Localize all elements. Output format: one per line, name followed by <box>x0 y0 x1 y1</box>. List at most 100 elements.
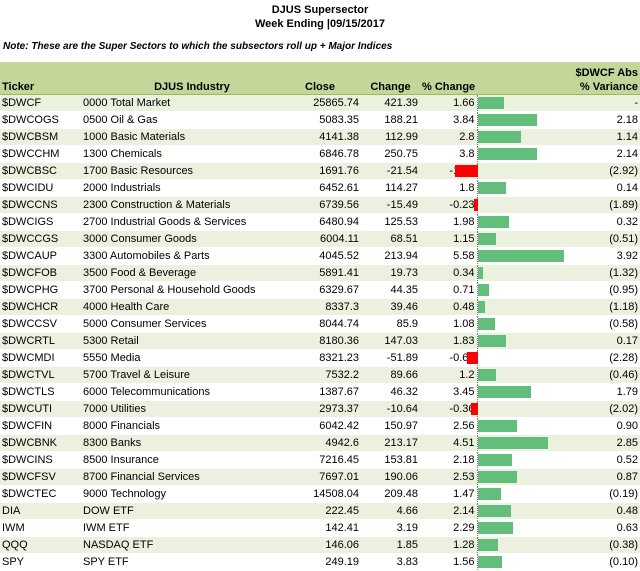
report-note: Note: These are the Super Sectors to whi… <box>3 41 393 52</box>
pct-change-bar <box>477 148 537 160</box>
table-row: $DWCCGS 3000 Consumer Goods 6004.11 68.51 1.… <box>0 230 640 248</box>
cell-ticker: DIA <box>0 502 81 520</box>
table-row: $DWCCSV 5000 Consumer Services 8044.74 85.9… <box>0 315 640 333</box>
cell-abs-variance: 2.85 <box>563 434 640 452</box>
cell-close: 142.41 <box>303 519 361 537</box>
cell-change: 421.39 <box>361 94 420 112</box>
cell-change: -51.89 <box>361 349 420 367</box>
cell-close: 1691.76 <box>303 162 361 180</box>
cell-ticker: $DWCUTI <box>0 400 81 418</box>
table-row: $DWCAUP 3300 Automobiles & Parts 4045.52 21… <box>0 247 640 265</box>
table-row: $DWCF 0000 Total Market 25865.74 421.39 1.66… <box>0 94 640 112</box>
cell-pct-bar <box>476 145 563 163</box>
cell-industry: SPY ETF <box>81 553 303 571</box>
pct-change-bar <box>477 522 513 534</box>
cell-industry: 3000 Consumer Goods <box>81 230 303 248</box>
table-body: $DWCF 0000 Total Market 25865.74 421.39 1.66… <box>0 94 640 571</box>
cell-close: 8337.3 <box>303 298 361 316</box>
table-row: QQQ NASDAQ ETF 146.06 1.85 1.28 (0.38) <box>0 536 640 554</box>
cell-ticker: $DWCBSC <box>0 162 81 180</box>
cell-change: 85.9 <box>361 315 420 333</box>
pct-change-bar <box>477 301 485 313</box>
cell-ticker: $DWCFSV <box>0 468 81 486</box>
cell-close: 14508.04 <box>303 485 361 503</box>
cell-change: 114.27 <box>361 179 420 197</box>
header-abs-line1: $DWCF Abs <box>575 67 638 79</box>
cell-close: 7216.45 <box>303 451 361 469</box>
pct-change-bar <box>477 267 483 279</box>
cell-industry: 1300 Chemicals <box>81 145 303 163</box>
cell-pct-change: 3.8 <box>420 145 477 163</box>
cell-pct-change: 1.2 <box>420 366 477 384</box>
pct-change-bar <box>477 335 506 347</box>
cell-pct-bar <box>466 349 563 367</box>
table-row: $DWCBSM 1000 Basic Materials 4141.38 112.99… <box>0 128 640 146</box>
cell-ticker: $DWCTLS <box>0 383 81 401</box>
cell-pct-change: 2.18 <box>420 451 477 469</box>
cell-industry: 6000 Telecommunications <box>81 383 303 401</box>
cell-pct-change: 1.56 <box>420 553 477 571</box>
cell-abs-variance: (0.58) <box>563 315 640 333</box>
cell-change: 213.17 <box>361 434 420 452</box>
cell-change: 46.32 <box>361 383 420 401</box>
pct-change-bar <box>477 250 564 262</box>
cell-change: -10.64 <box>361 400 420 418</box>
pct-change-bar <box>477 97 504 109</box>
cell-ticker: $DWCIGS <box>0 213 81 231</box>
cell-pct-change: 2.29 <box>420 519 477 537</box>
cell-abs-variance: 3.92 <box>563 247 640 265</box>
cell-abs-variance: 0.17 <box>563 332 640 350</box>
cell-industry: 5700 Travel & Leisure <box>81 366 303 384</box>
table-row: $DWCFSV 8700 Financial Services 7697.01 190… <box>0 468 640 486</box>
cell-change: 89.66 <box>361 366 420 384</box>
cell-pct-change: 1.8 <box>420 179 477 197</box>
table-row: $DWCPHG 3700 Personal & Household Goods 63… <box>0 281 640 299</box>
cell-ticker: $DWCF <box>0 94 81 112</box>
cell-abs-variance: (0.19) <box>563 485 640 503</box>
table-row: $DWCHCR 4000 Health Care 8337.3 39.46 0.48 (1… <box>0 298 640 316</box>
cell-industry: 4000 Health Care <box>81 298 303 316</box>
cell-change: 4.66 <box>361 502 420 520</box>
cell-industry: 3700 Personal & Household Goods <box>81 281 303 299</box>
cell-pct-change: 1.66 <box>420 94 477 112</box>
cell-abs-variance: (0.38) <box>563 536 640 554</box>
cell-pct-bar <box>476 332 563 350</box>
cell-pct-change: 2.53 <box>420 468 477 486</box>
table-row: $DWCMDI 5550 Media 8321.23 -51.89 -0.62 (2.28… <box>0 349 640 367</box>
cell-change: 213.94 <box>361 247 420 265</box>
table-row: $DWCFIN 8000 Financials 6042.42 150.97 2.56 0… <box>0 417 640 435</box>
cell-pct-bar <box>476 315 563 333</box>
pct-change-bar <box>477 131 521 143</box>
cell-pct-bar <box>476 383 563 401</box>
cell-change: 3.19 <box>361 519 420 537</box>
cell-close: 8044.74 <box>303 315 361 333</box>
cell-ticker: $DWCBNK <box>0 434 81 452</box>
cell-close: 4942.6 <box>303 434 361 452</box>
cell-close: 6480.94 <box>303 213 361 231</box>
cell-industry: 9000 Technology <box>81 485 303 503</box>
pct-change-bar <box>477 420 517 432</box>
cell-pct-change: 1.47 <box>420 485 477 503</box>
cell-pct-bar <box>454 162 563 180</box>
cell-abs-variance: 1.14 <box>563 128 640 146</box>
pct-change-bar <box>477 318 495 330</box>
cell-close: 7532.2 <box>303 366 361 384</box>
table-row: DIA DOW ETF 222.45 4.66 2.14 0.48 <box>0 502 640 520</box>
table-header-row: Ticker DJUS Industry Close Change % Chan… <box>0 62 640 95</box>
cell-industry: 0500 Oil & Gas <box>81 111 303 129</box>
cell-pct-bar <box>476 213 563 231</box>
cell-change: -15.49 <box>361 196 420 214</box>
supersector-table: Ticker DJUS Industry Close Change % Chan… <box>0 62 640 571</box>
cell-industry: 3300 Automobiles & Parts <box>81 247 303 265</box>
cell-industry: 5550 Media <box>81 349 303 367</box>
cell-ticker: $DWCTEC <box>0 485 81 503</box>
cell-abs-variance: (1.18) <box>563 298 640 316</box>
cell-ticker: $DWCIDU <box>0 179 81 197</box>
cell-abs-variance: 0.90 <box>563 417 640 435</box>
cell-ticker: IWM <box>0 519 81 537</box>
pct-change-bar <box>477 284 489 296</box>
cell-change: 153.81 <box>361 451 420 469</box>
cell-industry: 2300 Construction & Materials <box>81 196 303 214</box>
cell-change: 147.03 <box>361 332 420 350</box>
cell-industry: 8700 Financial Services <box>81 468 303 486</box>
